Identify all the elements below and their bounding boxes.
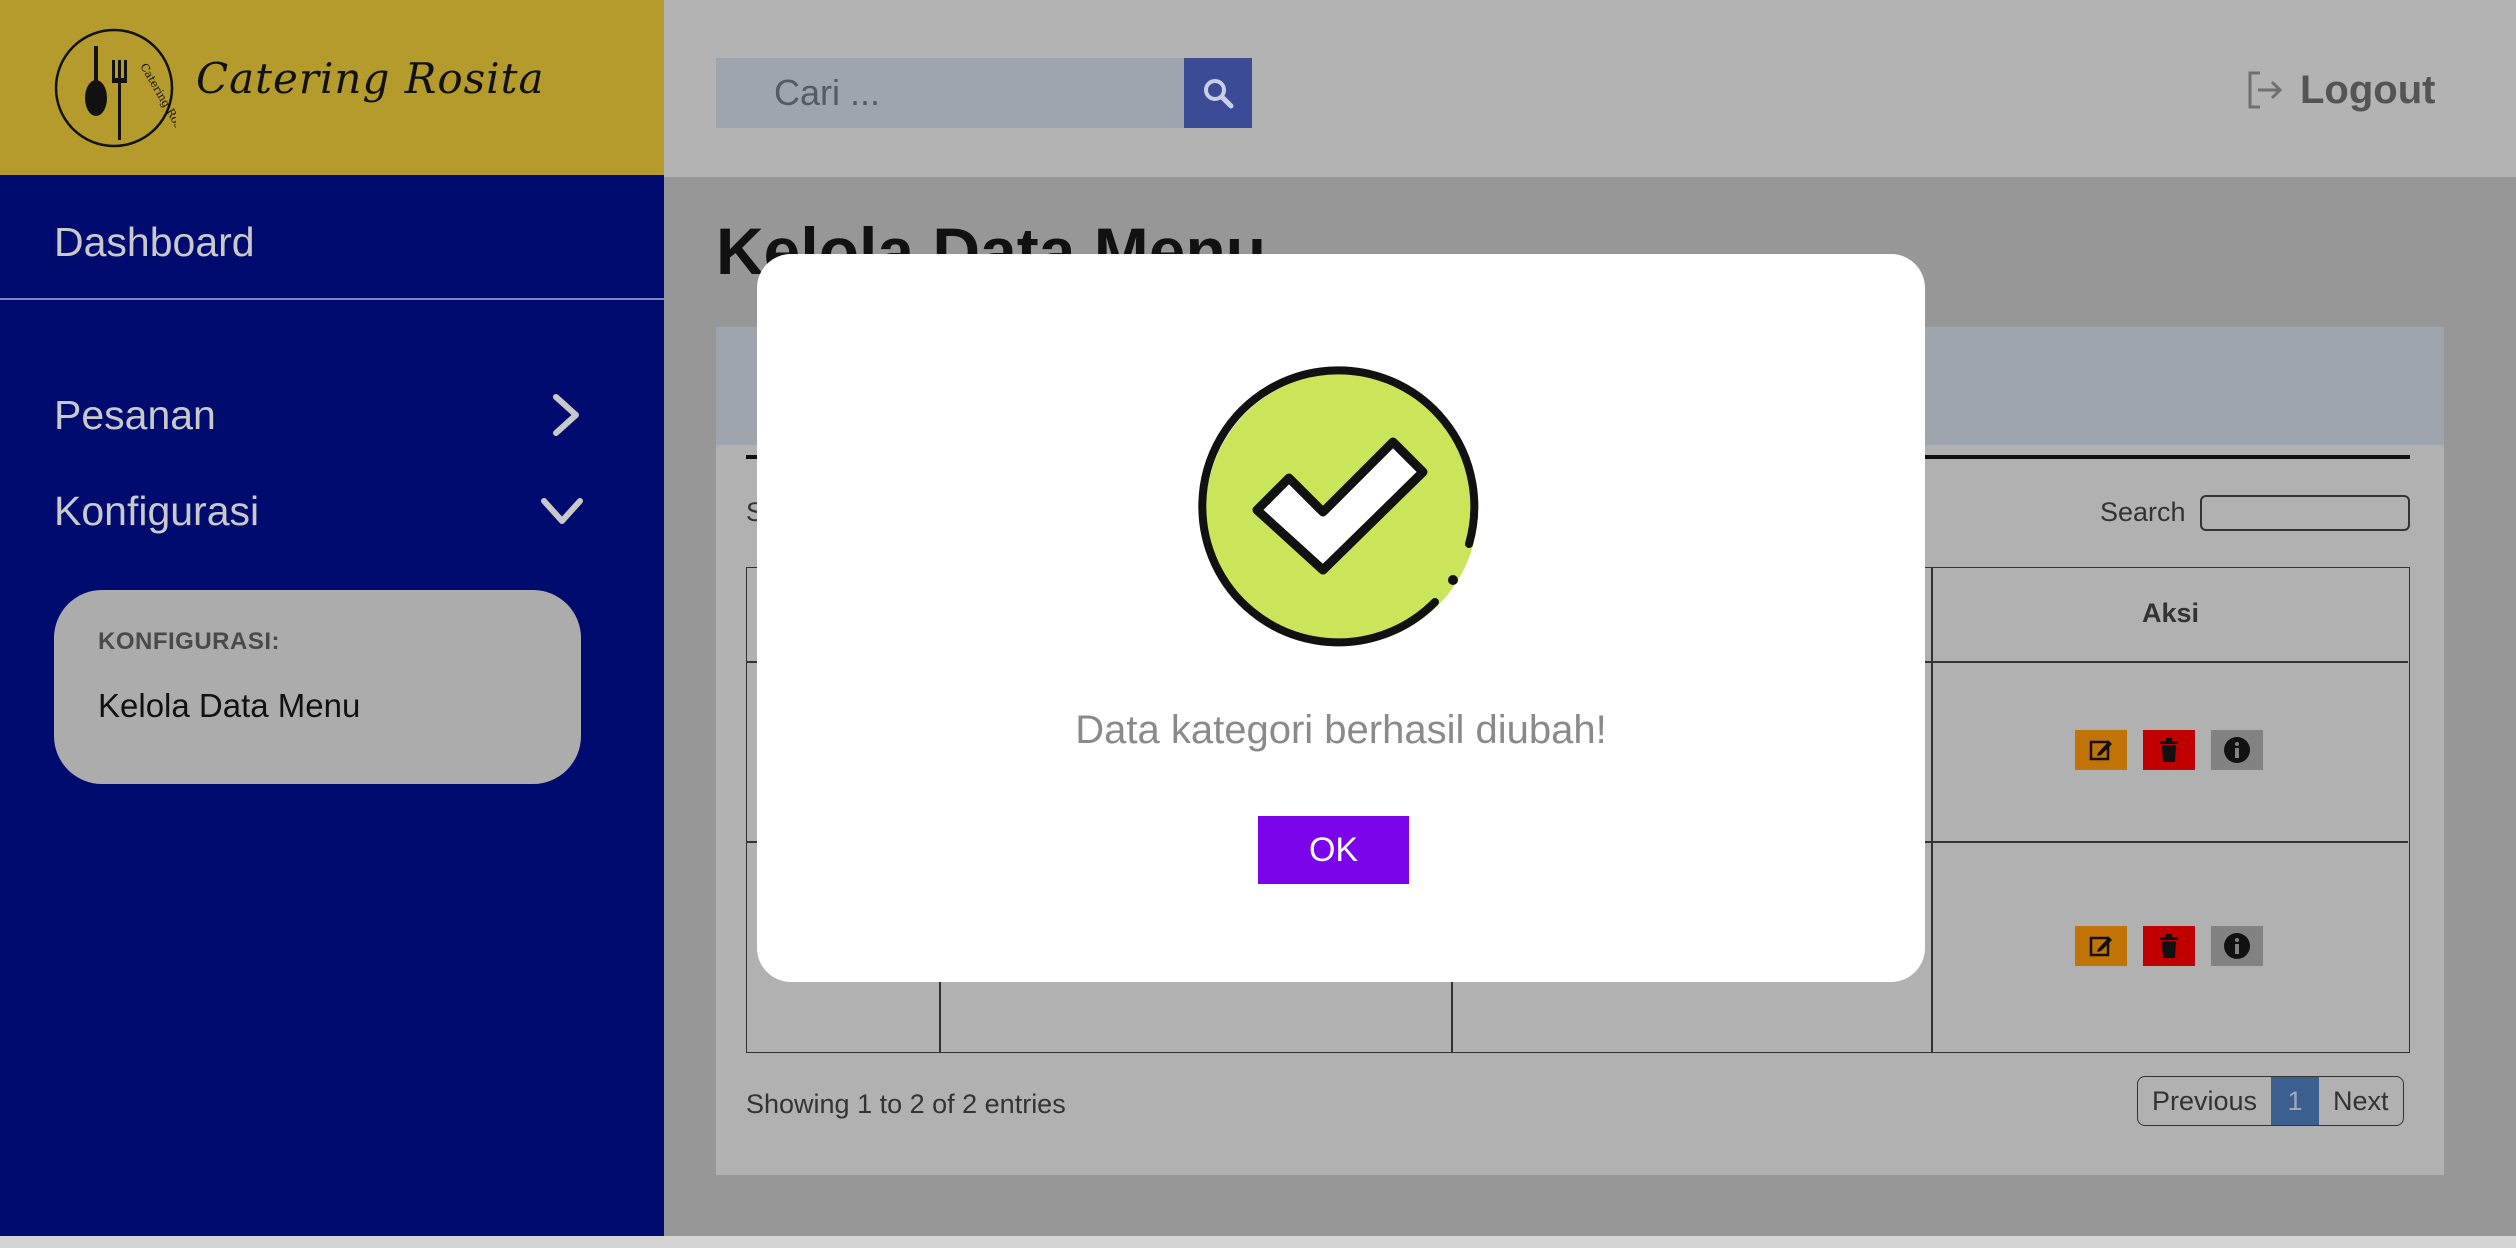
chevron-right-icon: [553, 394, 579, 436]
sidebar-item-dashboard[interactable]: Dashboard: [54, 219, 255, 266]
pagination-next[interactable]: Next: [2319, 1077, 2403, 1125]
table-column-divider: [1931, 568, 1933, 1052]
submenu-heading: KONFIGURASI:: [98, 628, 280, 655]
trash-icon: [2160, 738, 2178, 762]
sidebar-submenu: KONFIGURASI: Kelola Data Menu: [54, 590, 581, 784]
sidebar-item-pesanan[interactable]: Pesanan: [54, 385, 584, 445]
edit-button[interactable]: [2075, 730, 2127, 770]
delete-button[interactable]: [2143, 926, 2195, 966]
table-header-aksi: Aksi: [2141, 598, 2200, 628]
brand-panel: Catering Rosita Catering Rosita: [0, 0, 664, 175]
info-icon: [2224, 933, 2250, 959]
search-input[interactable]: [716, 58, 1184, 128]
search-button[interactable]: [1184, 58, 1252, 128]
chevron-down-icon: [541, 498, 583, 524]
sidebar: Dashboard Pesanan Konfigurasi KONFIGURAS…: [0, 175, 664, 1236]
pagination-page-1[interactable]: 1: [2271, 1077, 2320, 1125]
sidebar-divider: [0, 298, 664, 300]
table-info-text: Showing 1 to 2 of 2 entries: [746, 1089, 1066, 1119]
logout-label: Logout: [2300, 67, 2436, 112]
info-button[interactable]: [2211, 730, 2263, 770]
edit-button[interactable]: [2075, 926, 2127, 966]
logout-icon: [2248, 71, 2283, 109]
edit-icon: [2089, 936, 2112, 957]
modal-message: Data kategori berhasil diubah!: [1075, 708, 1607, 752]
success-modal: Data kategori berhasil diubah! OK: [757, 254, 1925, 982]
info-button[interactable]: [2211, 926, 2263, 966]
edit-icon: [2089, 740, 2112, 761]
delete-button[interactable]: [2143, 730, 2195, 770]
pagination: Previous 1 Next: [2137, 1076, 2404, 1126]
table-search-input[interactable]: [2200, 495, 2410, 531]
search-icon: [1204, 79, 1234, 109]
brand-name: Catering Rosita: [196, 54, 545, 103]
check-circle-icon: [1198, 366, 1479, 647]
table-search-label: Search: [2100, 497, 2186, 527]
pagination-previous[interactable]: Previous: [2138, 1077, 2271, 1125]
sidebar-item-konfigurasi[interactable]: Konfigurasi: [54, 481, 584, 541]
catering-logo-icon: Catering Rosita: [54, 28, 176, 148]
trash-icon: [2160, 934, 2178, 958]
sidebar-item-label: Konfigurasi: [54, 487, 260, 534]
logout-button[interactable]: Logout: [2244, 62, 2436, 118]
ok-button[interactable]: OK: [1258, 816, 1409, 884]
submenu-link-kelola-data-menu[interactable]: Kelola Data Menu: [98, 687, 360, 725]
table-row-actions: [2075, 730, 2263, 770]
sidebar-item-label: Pesanan: [54, 391, 216, 438]
table-row-actions: [2075, 926, 2263, 966]
bottom-strip: [0, 1236, 2516, 1248]
info-icon: [2224, 737, 2250, 763]
